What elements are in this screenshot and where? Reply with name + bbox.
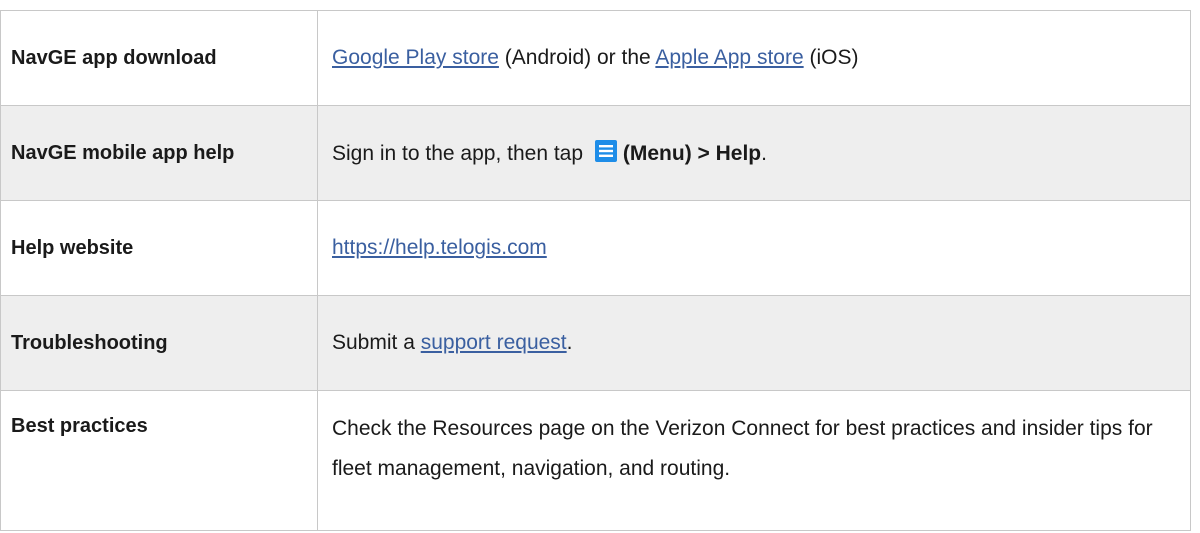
row-value-help-website: https://help.telogis.com: [317, 200, 1191, 296]
row-label-troubleshooting: Troubleshooting: [0, 295, 318, 391]
row-value-app-download: Google Play store (Android) or the Apple…: [317, 10, 1191, 106]
row-value-troubleshooting: Submit a support request.: [317, 295, 1191, 391]
apple-app-store-link[interactable]: Apple App store: [655, 46, 803, 69]
table-row: Help website https://help.telogis.com: [0, 200, 1191, 296]
row-value-mobile-help: Sign in to the app, then tap (Menu) > He…: [317, 105, 1191, 201]
table-row: NavGE app download Google Play store (An…: [0, 10, 1191, 106]
ios-text: (iOS): [803, 46, 859, 69]
table-row: NavGE mobile app help Sign in to the app…: [0, 105, 1191, 201]
row-label-help-website: Help website: [0, 200, 318, 296]
row-label-best-practices: Best practices: [0, 390, 318, 531]
menu-icon: [594, 140, 617, 162]
period-text: .: [566, 331, 573, 354]
row-value-best-practices: Check the Resources page on the Verizon …: [317, 390, 1191, 531]
row-label-app-download: NavGE app download: [0, 10, 318, 106]
period-text: .: [761, 142, 767, 165]
table-row: Best practices Check the Resources page …: [0, 390, 1191, 531]
sign-in-text: Sign in to the app, then tap: [332, 142, 589, 165]
help-website-link[interactable]: https://help.telogis.com: [332, 236, 547, 259]
submit-text: Submit a: [332, 331, 421, 354]
menu-help-path: (Menu) > Help: [622, 142, 762, 165]
table-row: Troubleshooting Submit a support request…: [0, 295, 1191, 391]
row-label-mobile-help: NavGE mobile app help: [0, 105, 318, 201]
google-play-store-link[interactable]: Google Play store: [332, 46, 499, 69]
resources-table: NavGE app download Google Play store (An…: [0, 10, 1191, 531]
android-text: (Android) or the: [498, 46, 656, 69]
support-request-link[interactable]: support request: [421, 331, 567, 354]
